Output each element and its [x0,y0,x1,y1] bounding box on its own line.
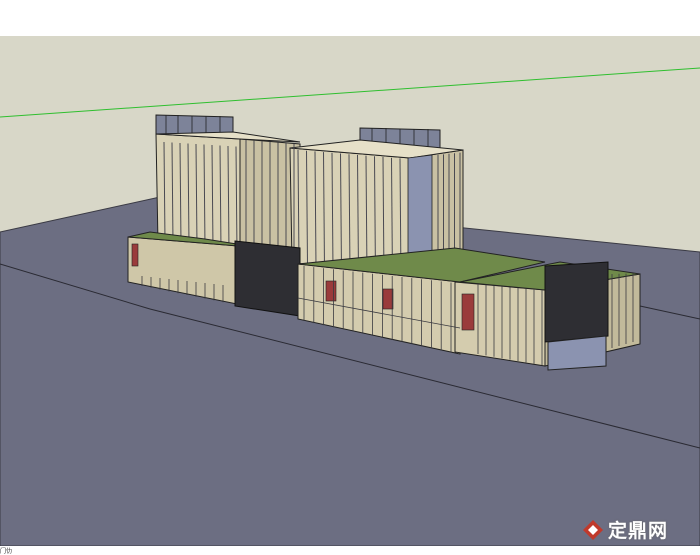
watermark-text: 定鼎网 [608,520,669,542]
status-text: 门仂 [0,549,13,555]
watermark: 定鼎网 [582,516,668,543]
ddove-logo-icon [583,519,603,540]
top-margin [0,0,700,36]
sketchup-viewport[interactable]: 定鼎网 门仂 [0,0,700,555]
bottom-margin [0,546,700,552]
model-scene[interactable] [0,36,700,546]
green-axis-line [0,67,700,118]
